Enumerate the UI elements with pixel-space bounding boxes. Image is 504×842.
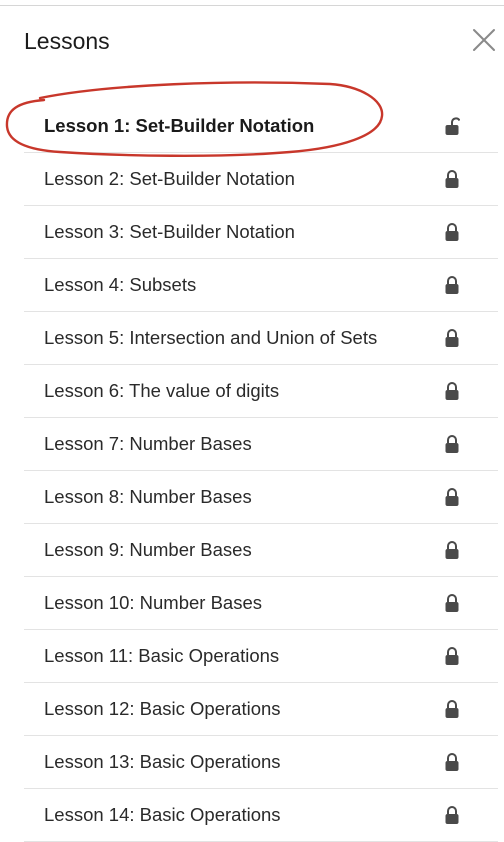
- lesson-label: Lesson 4: Subsets: [44, 274, 197, 295]
- lock-icon: [444, 169, 460, 189]
- lock-icon: [444, 646, 460, 666]
- lesson-row[interactable]: Lesson 13: Basic Operations: [24, 736, 498, 789]
- lesson-label: Lesson 1: Set-Builder Notation: [44, 115, 315, 136]
- lesson-label: Lesson 2: Set-Builder Notation: [44, 168, 295, 189]
- lesson-label: Lesson 12: Basic Operations: [44, 698, 281, 719]
- lesson-row[interactable]: Lesson 11: Basic Operations: [24, 630, 498, 683]
- lock-icon: [444, 381, 460, 401]
- lesson-label: Lesson 11: Basic Operations: [44, 645, 280, 666]
- lesson-label: Lesson 6: The value of digits: [44, 380, 280, 401]
- close-icon: [473, 29, 495, 51]
- lesson-label: Lesson 14: Basic Operations: [44, 804, 281, 825]
- lesson-row[interactable]: Lesson 4: Subsets: [24, 259, 498, 312]
- lock-icon: [444, 593, 460, 613]
- lock-icon: [444, 328, 460, 348]
- lesson-label: Lesson 10: Number Bases: [44, 592, 263, 613]
- lock-icon: [444, 487, 460, 507]
- lock-icon: [444, 222, 460, 242]
- lesson-row[interactable]: Lesson 5: Intersection and Union of Sets: [24, 312, 498, 365]
- lock-icon: [444, 275, 460, 295]
- lesson-label: Lesson 8: Number Bases: [44, 486, 252, 507]
- lock-icon: [444, 805, 460, 825]
- lock-icon: [444, 540, 460, 560]
- lessons-header: Lessons: [0, 20, 504, 64]
- lesson-row[interactable]: Lesson 9: Number Bases: [24, 524, 498, 577]
- lesson-label: Lesson 3: Set-Builder Notation: [44, 221, 295, 242]
- lesson-row[interactable]: Lesson 1: Set-Builder Notation: [24, 100, 498, 153]
- page-title: Lessons: [24, 28, 110, 54]
- lesson-row[interactable]: Lesson 14: Basic Operations: [24, 789, 498, 842]
- top-divider: [0, 5, 504, 6]
- lesson-row[interactable]: Lesson 3: Set-Builder Notation: [24, 206, 498, 259]
- lesson-label: Lesson 5: Intersection and Union of Sets: [44, 327, 378, 348]
- close-button[interactable]: [470, 26, 498, 54]
- lesson-label: Lesson 9: Number Bases: [44, 539, 252, 560]
- lesson-row[interactable]: Lesson 6: The value of digits: [24, 365, 498, 418]
- lock-icon: [444, 752, 460, 772]
- lock-icon: [444, 699, 460, 719]
- lesson-label: Lesson 7: Number Bases: [44, 433, 252, 454]
- lock-icon: [444, 434, 460, 454]
- lesson-label: Lesson 13: Basic Operations: [44, 751, 281, 772]
- lesson-row[interactable]: Lesson 8: Number Bases: [24, 471, 498, 524]
- lesson-row[interactable]: Lesson 2: Set-Builder Notation: [24, 153, 498, 206]
- lesson-row[interactable]: Lesson 7: Number Bases: [24, 418, 498, 471]
- unlock-icon: [444, 116, 460, 136]
- lesson-row[interactable]: Lesson 12: Basic Operations: [24, 683, 498, 736]
- lesson-row[interactable]: Lesson 10: Number Bases: [24, 577, 498, 630]
- lesson-list: Lesson 1: Set-Builder Notation Lesson 2: …: [24, 100, 498, 842]
